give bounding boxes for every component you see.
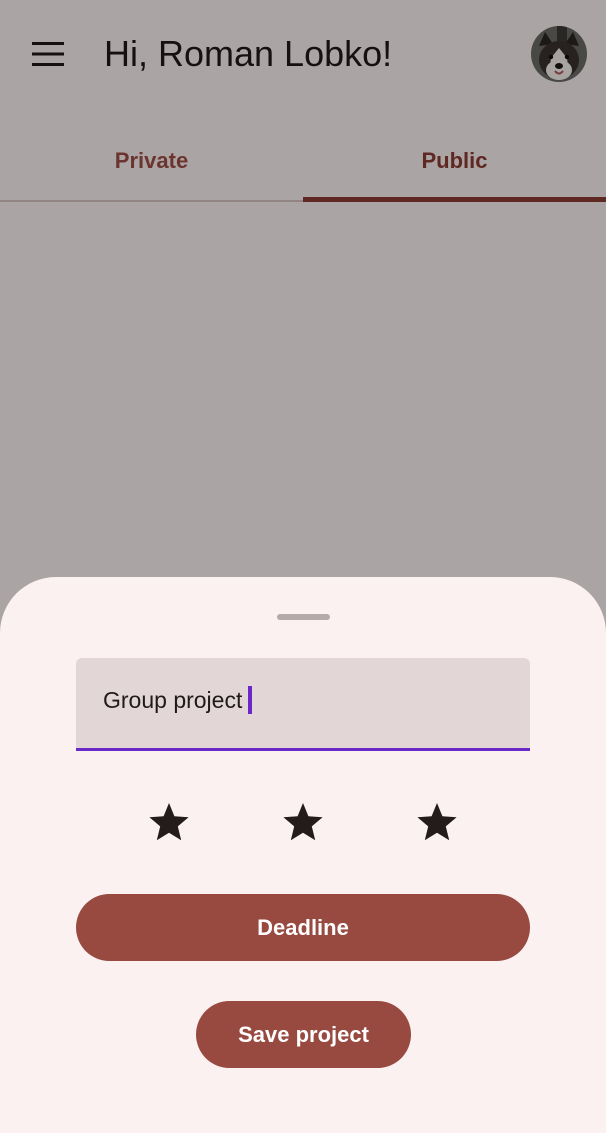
deadline-button-label: Deadline (257, 914, 349, 940)
deadline-button[interactable]: Deadline (76, 894, 530, 961)
text-cursor (248, 686, 253, 714)
star-icon[interactable] (413, 798, 461, 846)
project-name-value: Group project (103, 687, 243, 713)
project-name-field[interactable]: Group project (76, 658, 530, 751)
priority-rating (0, 792, 606, 852)
star-icon[interactable] (145, 798, 193, 846)
sheet-drag-handle[interactable] (277, 614, 330, 620)
save-project-button[interactable]: Save project (196, 1001, 411, 1068)
app-screen: Hi, Roman Lobko! Private Public Group pr… (0, 0, 606, 1133)
new-project-bottom-sheet: Group project Deadline Save project (0, 577, 606, 1133)
star-icon[interactable] (279, 798, 327, 846)
save-project-button-label: Save project (238, 1021, 369, 1047)
